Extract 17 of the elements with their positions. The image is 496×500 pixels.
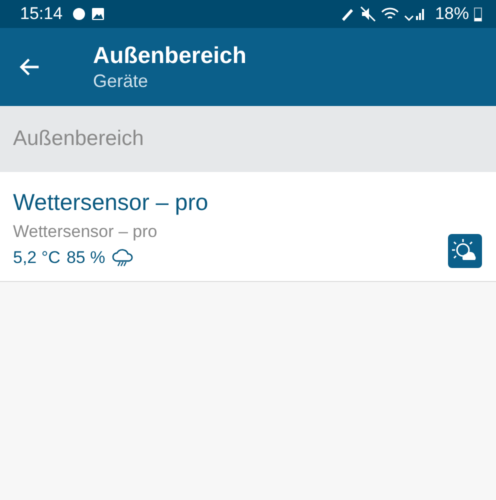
weather-sensor-icon[interactable] — [448, 234, 482, 268]
humidity-reading: 85 % — [66, 248, 106, 268]
device-card[interactable]: Wettersensor – pro Wettersensor – pro 5,2 °C 85 % — [0, 172, 496, 282]
rain-cloud-icon — [111, 248, 136, 268]
screen-subtitle: Geräte — [93, 71, 150, 92]
temperature-reading: 5,2 °C — [13, 248, 60, 268]
section-title: Außenbereich — [13, 127, 144, 151]
signal-icon — [404, 6, 426, 22]
status-time: 15:14 — [20, 4, 63, 24]
device-type: Wettersensor – pro — [13, 222, 158, 242]
mute-icon — [360, 6, 376, 22]
battery-icon — [474, 6, 482, 22]
image-icon — [90, 7, 105, 21]
battery-level: 18% — [434, 4, 469, 24]
screen-title: Außenbereich — [93, 42, 246, 69]
device-name: Wettersensor – pro — [13, 189, 208, 216]
notification-icon — [72, 7, 86, 21]
